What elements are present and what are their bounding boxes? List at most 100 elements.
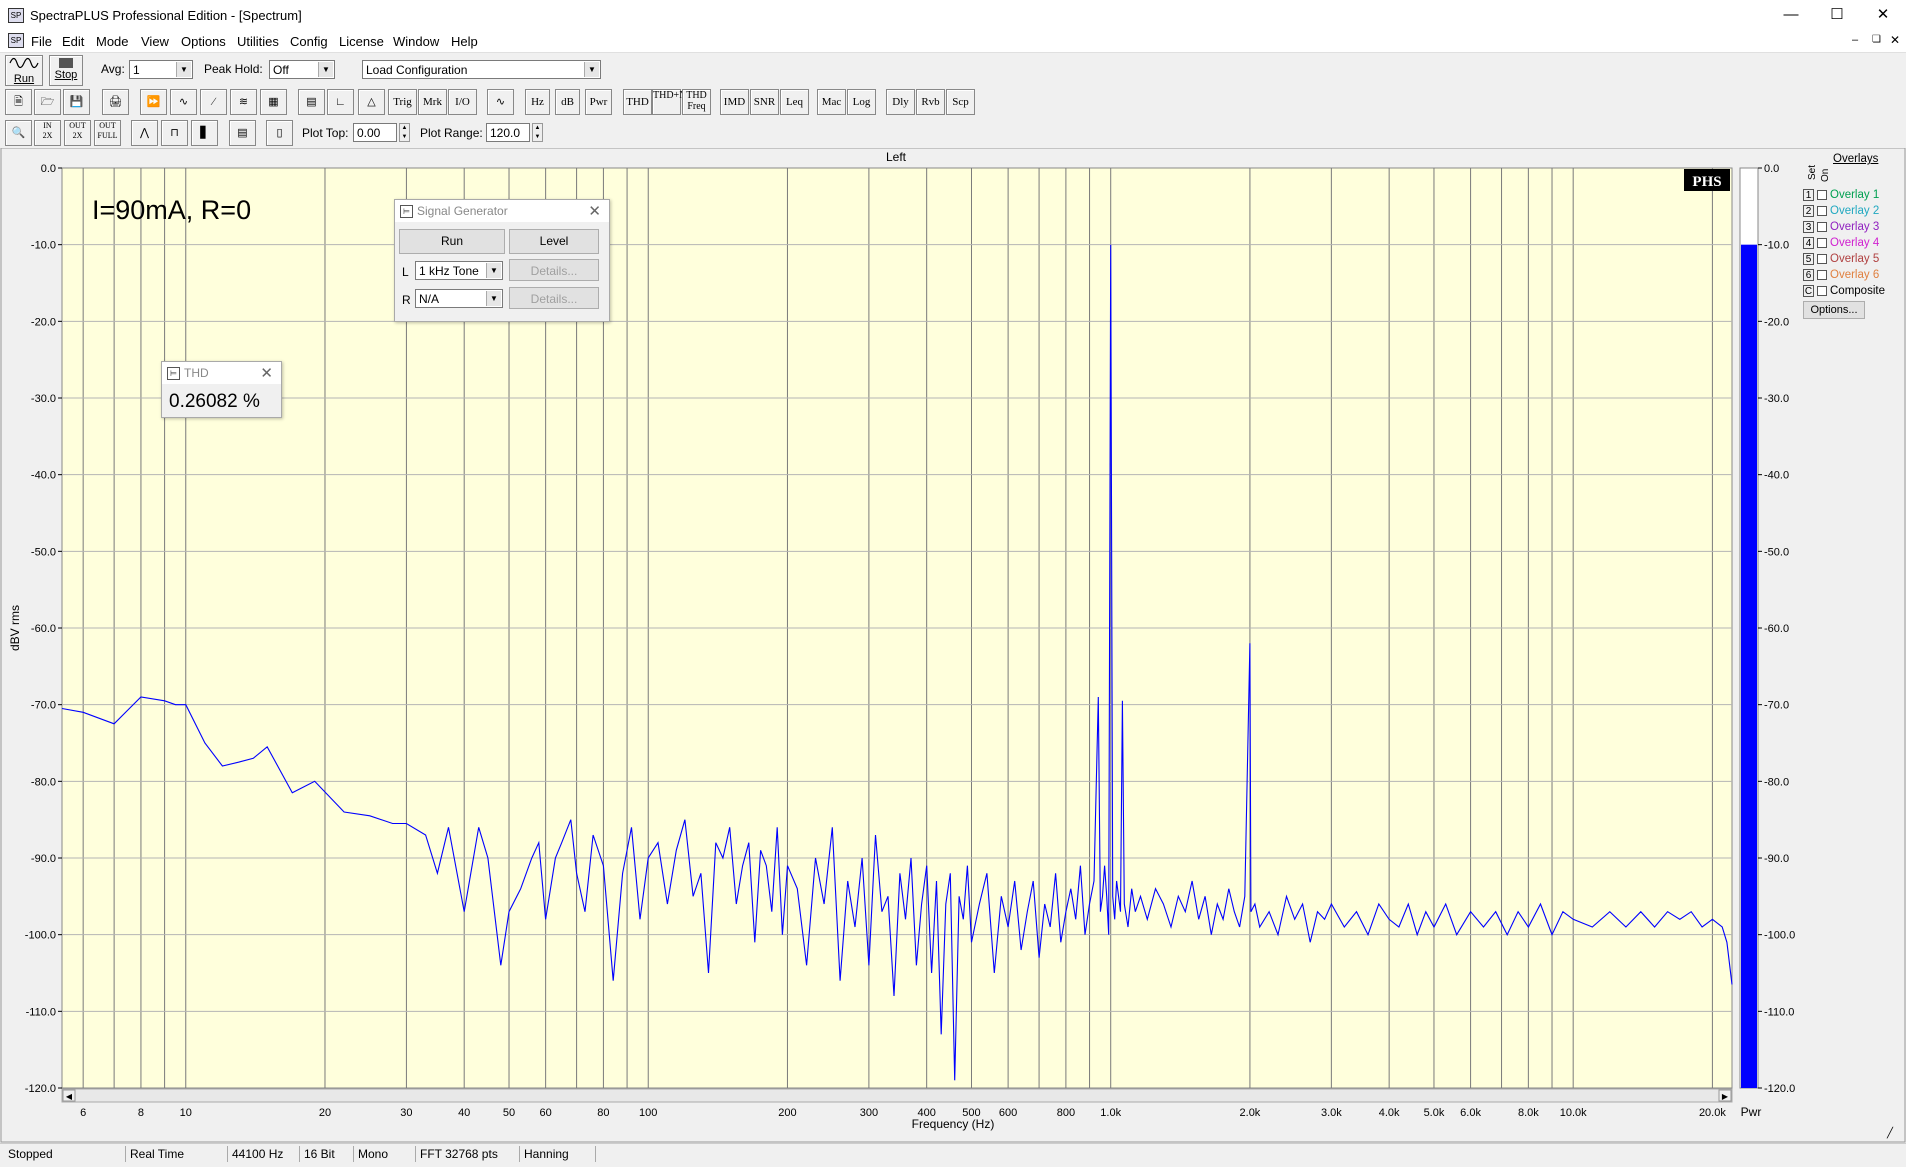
mac-button[interactable]: Mac — [817, 89, 846, 115]
siggen-level-button[interactable]: Level — [509, 229, 599, 254]
pwr-button[interactable]: Pwr — [585, 89, 612, 115]
left-details-button[interactable]: Details... — [509, 259, 599, 281]
bar-plot-icon[interactable]: ▋ — [191, 120, 218, 146]
log-scale-icon[interactable]: ▤ — [229, 120, 256, 146]
mdi-close-icon[interactable]: ✕ — [1890, 33, 1900, 47]
zoom-in-2x-icon[interactable]: IN 2X — [34, 120, 61, 146]
close-icon[interactable]: ✕ — [1860, 0, 1906, 30]
thd-freq-button[interactable]: THD Freq — [682, 89, 711, 115]
log-button[interactable]: Log — [847, 89, 876, 115]
spectrum-view-icon[interactable]: ∿ — [170, 89, 197, 115]
fast-forward-icon[interactable]: ⏩ — [140, 89, 167, 115]
io-button[interactable]: I/O — [448, 89, 477, 115]
zoom-icon[interactable]: 🔍 — [5, 120, 32, 146]
mdi-doc-icon[interactable]: SP — [8, 33, 24, 48]
plot-range-spinner[interactable]: ▲ ▼ — [532, 123, 543, 142]
mrk-button[interactable]: Mrk — [418, 89, 447, 115]
overlay-item[interactable]: 5 Overlay 5 — [1800, 253, 1906, 267]
thd-titlebar[interactable]: ⊨ THD ✕ — [162, 362, 281, 384]
overlay-checkbox[interactable] — [1817, 190, 1827, 200]
phase-view-icon[interactable]: ≋ — [230, 89, 257, 115]
table-view-icon[interactable]: ▤ — [298, 89, 325, 115]
overlay-checkbox[interactable] — [1817, 222, 1827, 232]
zoom-out-2x-icon[interactable]: OUT 2X — [64, 120, 91, 146]
overlay-item[interactable]: 3 Overlay 3 — [1800, 221, 1906, 235]
overlay-options-button[interactable]: Options... — [1803, 301, 1865, 319]
db-button[interactable]: dB — [555, 89, 580, 115]
config-select[interactable]: Load Configuration ▼ — [362, 60, 601, 79]
new-file-icon[interactable]: 🗎 — [5, 89, 32, 115]
rvb-button[interactable]: Rvb — [916, 89, 945, 115]
menu-view[interactable]: View — [141, 34, 169, 49]
signal-generator-titlebar[interactable]: ⊨ Signal Generator ✕ — [395, 200, 609, 222]
menu-utilities[interactable]: Utilities — [237, 34, 279, 49]
open-folder-icon[interactable]: 🗁 — [34, 89, 61, 115]
plot-top-input[interactable]: 0.00 — [353, 123, 397, 142]
close-icon[interactable]: ✕ — [588, 202, 601, 220]
siggen-run-button[interactable]: Run — [399, 229, 505, 254]
maximize-icon[interactable]: ☐ — [1814, 0, 1860, 30]
overlay-checkbox[interactable] — [1817, 206, 1827, 216]
overlay-checkbox[interactable] — [1817, 286, 1827, 296]
menu-window[interactable]: Window — [393, 34, 439, 49]
scp-button[interactable]: Scp — [946, 89, 975, 115]
overlay-item[interactable]: 4 Overlay 4 — [1800, 237, 1906, 251]
menu-options[interactable]: Options — [181, 34, 226, 49]
overlay-set-button[interactable]: 6 — [1803, 269, 1814, 281]
run-button[interactable]: Run — [5, 55, 43, 86]
plot-range-input[interactable]: 120.0 — [486, 123, 530, 142]
spectrum-chart[interactable]: Left 0.0 -10.0 -20.0 -30.0 -40.0 -50.0 -60.0 -70… — [0, 148, 1906, 1143]
menu-help[interactable]: Help — [451, 34, 478, 49]
peak-hold-select[interactable]: Off ▼ — [269, 60, 335, 79]
overlay-set-button[interactable]: 1 — [1803, 189, 1814, 201]
stop-button[interactable]: Stop — [49, 55, 83, 86]
overlay-item[interactable]: 2 Overlay 2 — [1800, 205, 1906, 219]
menu-config[interactable]: Config — [290, 34, 328, 49]
horizontal-scrollbar[interactable] — [61, 1088, 1733, 1103]
mdi-minimize-icon[interactable]: – — [1852, 34, 1858, 46]
menu-mode[interactable]: Mode — [96, 34, 129, 49]
overlay-set-button[interactable]: C — [1803, 285, 1814, 297]
overlay-set-button[interactable]: 2 — [1803, 205, 1814, 217]
line-plot-icon[interactable]: ⋀ — [131, 120, 158, 146]
dly-button[interactable]: Dly — [886, 89, 915, 115]
overlay-checkbox[interactable] — [1817, 238, 1827, 248]
save-icon[interactable]: 💾 — [63, 89, 90, 115]
overlay-set-button[interactable]: 3 — [1803, 221, 1814, 233]
axis-icon[interactable]: ∟ — [327, 89, 354, 115]
right-channel-select[interactable]: N/A ▼ — [415, 289, 503, 308]
step-plot-icon[interactable]: ⊓ — [161, 120, 188, 146]
menu-license[interactable]: License — [339, 34, 384, 49]
thd-button[interactable]: THD — [623, 89, 652, 115]
thdn-button[interactable]: THD+N — [652, 89, 686, 115]
left-channel-select[interactable]: 1 kHz Tone ▼ — [415, 261, 503, 280]
scope-view-icon[interactable]: △ — [358, 89, 385, 115]
time-series-icon[interactable]: ∕ — [200, 89, 227, 115]
overlay-item[interactable]: C Composite — [1800, 285, 1906, 299]
menu-file[interactable]: File — [31, 34, 52, 49]
avg-select[interactable]: 1 ▼ — [129, 60, 193, 79]
overlay-set-button[interactable]: 5 — [1803, 253, 1814, 265]
overlay-checkbox[interactable] — [1817, 254, 1827, 264]
snr-button[interactable]: SNR — [750, 89, 779, 115]
close-icon[interactable]: ✕ — [260, 364, 273, 382]
right-details-button[interactable]: Details... — [509, 287, 599, 309]
plot-top-spinner[interactable]: ▲ ▼ — [399, 123, 410, 142]
trig-button[interactable]: Trig — [388, 89, 417, 115]
overlay-item[interactable]: 1 Overlay 1 — [1800, 189, 1906, 203]
overlay-item[interactable]: 6 Overlay 6 — [1800, 269, 1906, 283]
spectrogram-icon[interactable]: ▦ — [260, 89, 287, 115]
print-icon[interactable]: 🖨 — [102, 89, 129, 115]
leq-button[interactable]: Leq — [780, 89, 809, 115]
cursor-icon[interactable]: ▯ — [266, 120, 293, 146]
menu-edit[interactable]: Edit — [62, 34, 84, 49]
zoom-full-icon[interactable]: OUT FULL — [94, 120, 121, 146]
hz-button[interactable]: Hz — [525, 89, 550, 115]
overlay-checkbox[interactable] — [1817, 270, 1827, 280]
signal-generator-icon[interactable]: ∿ — [487, 89, 514, 115]
imd-button[interactable]: IMD — [720, 89, 749, 115]
minimize-icon[interactable]: — — [1768, 0, 1814, 30]
overlay-set-button[interactable]: 4 — [1803, 237, 1814, 249]
app-icon[interactable]: SP — [8, 8, 24, 23]
mdi-restore-icon[interactable]: ❏ — [1872, 34, 1881, 45]
